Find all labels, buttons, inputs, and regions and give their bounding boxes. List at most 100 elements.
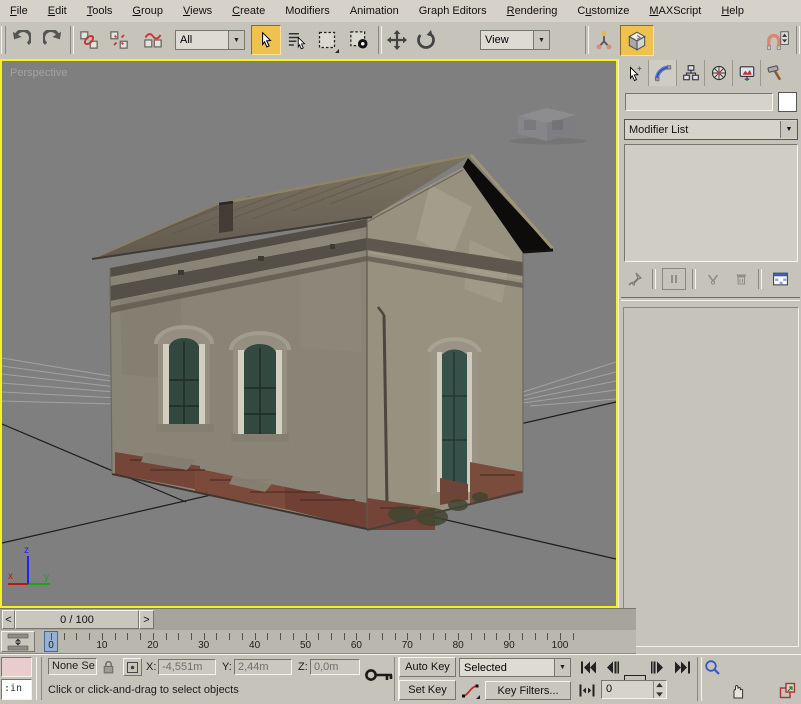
go-to-start-button[interactable]: [577, 657, 599, 677]
go-to-end-icon: [674, 661, 691, 674]
tab-display[interactable]: [733, 60, 761, 86]
ruler-tick: [64, 633, 65, 640]
time-slider-track[interactable]: < 0 / 100 >: [0, 608, 636, 630]
tab-utilities[interactable]: [761, 60, 788, 86]
tab-modify[interactable]: [649, 60, 677, 86]
menu-edit[interactable]: Edit: [38, 2, 77, 20]
min-max-toggle-button[interactable]: [776, 680, 799, 700]
select-and-link-button[interactable]: [76, 26, 102, 54]
y-coord-field[interactable]: 2,44m: [234, 659, 292, 675]
x-coord-field[interactable]: -4,551m: [158, 659, 216, 675]
selection-lock-toggle[interactable]: [101, 659, 116, 675]
key-icon: [364, 666, 394, 684]
select-by-name-button[interactable]: [284, 26, 310, 54]
svg-text:y: y: [44, 572, 49, 583]
go-to-end-button[interactable]: [670, 657, 694, 677]
previous-frame-arrow[interactable]: <: [2, 610, 15, 629]
modifier-stack-toolbar: [624, 267, 798, 291]
select-and-manipulate-button[interactable]: [591, 26, 617, 54]
pan-view-button[interactable]: [726, 680, 749, 700]
ruler-tick: [255, 633, 256, 640]
set-key-button[interactable]: Set Key: [399, 680, 456, 700]
tab-motion[interactable]: [705, 60, 733, 86]
key-filters-button[interactable]: Key Filters...: [485, 681, 571, 700]
tab-create[interactable]: [621, 60, 649, 86]
rectangular-selection-region-button[interactable]: [314, 26, 340, 54]
menu-animation[interactable]: Animation: [340, 2, 409, 20]
menu-create[interactable]: Create: [222, 2, 275, 20]
menu-graph-editors[interactable]: Graph Editors: [409, 2, 497, 20]
reference-coordinate-system-dropdown[interactable]: View ▼: [480, 30, 550, 50]
menu-file[interactable]: File: [0, 2, 38, 20]
previous-frame-button[interactable]: [602, 657, 622, 677]
macro-recorder-field[interactable]: [1, 657, 32, 677]
distant-cube-object[interactable]: [510, 108, 586, 145]
menu-maxscript[interactable]: MAXScript: [639, 2, 711, 20]
chevron-down-icon[interactable]: ▼: [780, 121, 797, 138]
time-slider-thumb[interactable]: 0 / 100: [15, 610, 139, 629]
select-object-button[interactable]: [251, 25, 281, 55]
select-and-rotate-button[interactable]: [413, 26, 439, 54]
show-end-result-button[interactable]: [662, 268, 686, 290]
menu-help[interactable]: Help: [711, 2, 754, 20]
utilities-tab-icon: [766, 64, 784, 82]
current-frame-field[interactable]: 0: [601, 680, 667, 699]
default-in-out-tangents-button[interactable]: [459, 681, 481, 700]
selection-set-dropdown[interactable]: Selected ▼: [459, 658, 571, 677]
maxscript-mini-listener[interactable]: :in: [1, 679, 32, 700]
house-model[interactable]: [92, 155, 553, 530]
ruler-label-10: 10: [96, 640, 107, 651]
unlink-selection-button[interactable]: [106, 26, 132, 54]
make-unique-button[interactable]: [702, 268, 724, 290]
open-mini-curve-editor-button[interactable]: [1, 631, 35, 652]
auto-key-button[interactable]: Auto Key: [399, 657, 456, 677]
ruler-tick: [382, 633, 383, 640]
bind-space-warp-icon: [143, 30, 163, 50]
menu-rendering[interactable]: Rendering: [497, 2, 568, 20]
frame-spinner[interactable]: [653, 681, 666, 698]
configure-modifier-sets-button[interactable]: [768, 268, 792, 290]
move-icon: [387, 30, 407, 50]
viewport-perspective[interactable]: Perspective: [0, 59, 618, 608]
absolute-offset-mode-toggle[interactable]: [123, 658, 142, 676]
ruler-tick: [216, 633, 217, 640]
menu-customize[interactable]: Customize: [567, 2, 639, 20]
menu-modifiers[interactable]: Modifiers: [275, 2, 340, 20]
ruler-label-90: 90: [504, 640, 515, 651]
chevron-down-icon[interactable]: ▼: [554, 659, 570, 676]
next-frame-button[interactable]: [648, 657, 668, 677]
set-keys-button[interactable]: [364, 666, 394, 684]
ruler-tick: [496, 633, 497, 640]
select-and-move-button[interactable]: [384, 26, 410, 54]
ruler-tick: [229, 633, 230, 640]
toolbar-drag-handle[interactable]: [1, 26, 6, 54]
object-name-field[interactable]: [625, 93, 773, 111]
remove-modifier-button[interactable]: [730, 268, 752, 290]
next-frame-arrow[interactable]: >: [139, 610, 154, 629]
window-crossing-toggle-button[interactable]: [346, 26, 372, 54]
ruler-tick: [407, 633, 408, 640]
tangent-curve-icon: [461, 683, 479, 699]
keyboard-override-toggle-button[interactable]: [620, 25, 654, 56]
zoom-button[interactable]: [701, 657, 724, 677]
selection-filter-dropdown[interactable]: All ▼: [175, 30, 245, 50]
pin-stack-button[interactable]: [624, 268, 646, 290]
undo-button[interactable]: [8, 26, 34, 54]
menu-tools[interactable]: Tools: [77, 2, 123, 20]
modifier-stack-list[interactable]: [624, 144, 798, 262]
key-mode-toggle-button[interactable]: [577, 680, 597, 700]
modifier-list-dropdown[interactable]: Modifier List ▼: [624, 119, 798, 140]
select-by-name-icon: [287, 30, 307, 50]
chevron-down-icon[interactable]: ▼: [533, 31, 549, 49]
menu-views[interactable]: Views: [173, 2, 222, 20]
spinner-snap-toggle-button[interactable]: [762, 26, 792, 54]
z-coord-field[interactable]: 0,0m: [310, 659, 360, 675]
object-color-swatch[interactable]: [778, 92, 797, 112]
tab-hierarchy[interactable]: [677, 60, 705, 86]
chevron-down-icon[interactable]: ▼: [228, 31, 244, 49]
menu-group[interactable]: Group: [122, 2, 173, 20]
listener-splitter[interactable]: [36, 657, 42, 700]
redo-button[interactable]: [40, 26, 66, 54]
bind-to-space-warp-button[interactable]: [140, 26, 166, 54]
track-bar[interactable]: 0102030405060708090100: [0, 630, 636, 654]
